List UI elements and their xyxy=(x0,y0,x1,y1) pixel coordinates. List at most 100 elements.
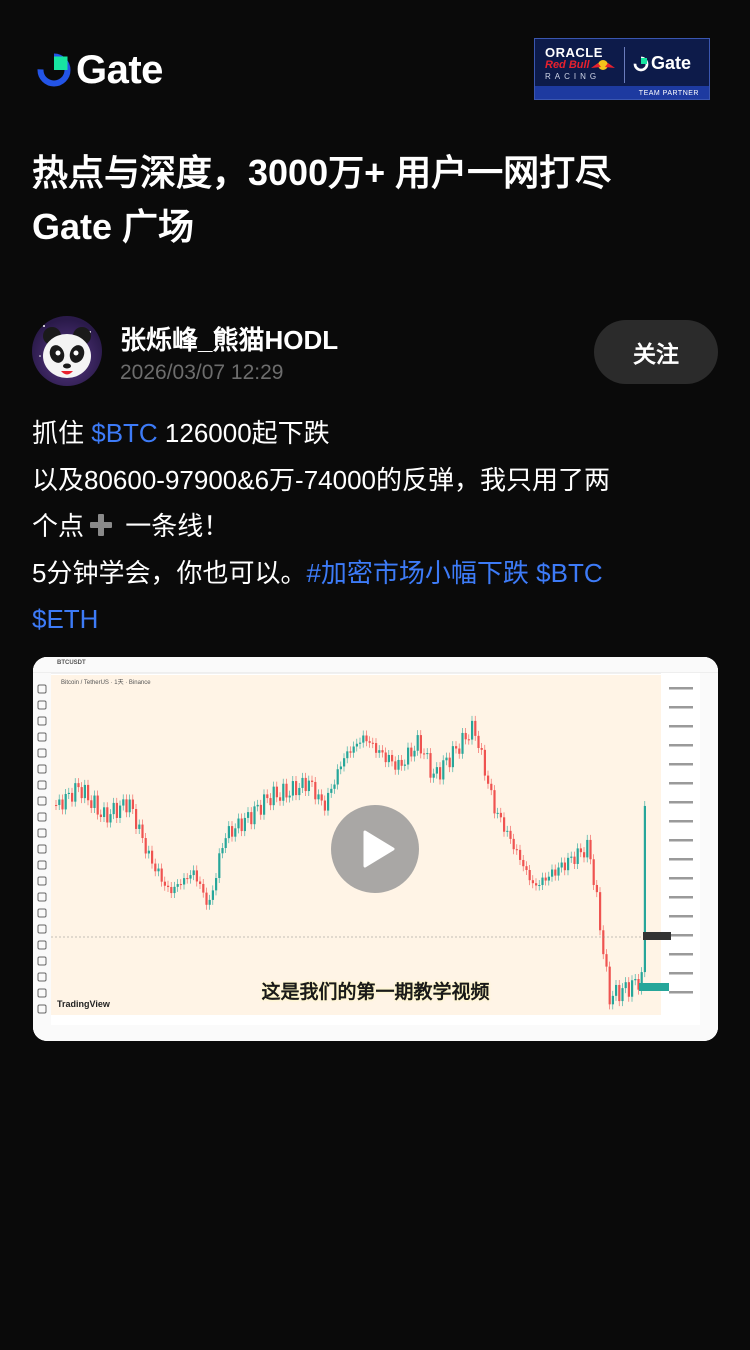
candle-body xyxy=(359,742,362,744)
candle-body xyxy=(599,892,602,931)
candle-body xyxy=(467,739,470,741)
candle-body xyxy=(509,830,512,839)
candle-body xyxy=(410,747,413,757)
candle-body xyxy=(477,735,480,749)
logo-text: Gate xyxy=(76,48,163,92)
candle-body xyxy=(461,732,464,754)
candle-body xyxy=(474,720,477,736)
play-icon xyxy=(363,830,395,868)
candle-body xyxy=(349,751,352,753)
candle-body xyxy=(413,750,416,757)
candle-body xyxy=(528,870,531,881)
header: Gate ORACLE Red Bull RACING Gate TEAM PA… xyxy=(0,0,750,130)
candle-body xyxy=(579,848,582,853)
candle-body xyxy=(122,799,125,806)
candle-body xyxy=(394,761,397,770)
candle-body xyxy=(375,743,378,753)
video-subtitle: 这是我们的第一期教学视频 xyxy=(261,982,490,1003)
candle-body xyxy=(573,856,576,864)
price-axis-tick xyxy=(669,915,693,918)
hashtag-link[interactable]: #加密市场小幅下跌 xyxy=(306,558,528,588)
candle-body xyxy=(151,850,154,864)
candle-body xyxy=(506,830,509,832)
candle-body xyxy=(71,792,74,802)
candle-body xyxy=(202,883,205,893)
candle-body xyxy=(554,869,557,876)
candle-body xyxy=(397,759,400,770)
candle-body xyxy=(471,720,474,740)
candle-body xyxy=(58,799,61,806)
candle-body xyxy=(295,781,298,796)
team-partner-badge: ORACLE Red Bull RACING Gate TEAM PARTNER xyxy=(534,38,710,100)
price-axis-tick xyxy=(669,953,693,956)
candle-body xyxy=(605,954,608,967)
candle-body xyxy=(160,868,163,882)
candle-body xyxy=(93,795,96,808)
candle-body xyxy=(99,814,102,818)
candle-body xyxy=(439,767,442,780)
post-text: 一条线！ xyxy=(118,511,230,541)
price-axis-tick xyxy=(669,763,693,766)
candle-body xyxy=(103,807,106,818)
candle-body xyxy=(87,784,90,801)
candle-body xyxy=(90,800,93,808)
post-timestamp: 2026/03/07 12:29 xyxy=(120,361,284,384)
candle-body xyxy=(391,754,394,762)
ticker-link-btc[interactable]: $BTC xyxy=(91,418,157,448)
candle-body xyxy=(173,886,176,894)
candle-body xyxy=(589,839,592,860)
candle-body xyxy=(381,750,384,753)
candle-body xyxy=(503,817,506,832)
candle-body xyxy=(365,735,368,742)
candle-body xyxy=(490,783,493,791)
candle-body xyxy=(458,748,461,754)
team-partner-text: TEAM PARTNER xyxy=(638,90,699,97)
video-player[interactable]: Bitcoin / TetherUS · 1天 · Binance BTCUSD… xyxy=(33,657,718,1041)
candle-body xyxy=(211,890,214,900)
candle-body xyxy=(205,892,208,905)
candle-body xyxy=(435,767,438,774)
candle-body xyxy=(80,787,83,799)
candle-body xyxy=(592,859,595,885)
ticker-link-btc-2[interactable]: $BTC xyxy=(529,558,602,588)
price-axis-tick xyxy=(669,687,693,690)
author-name[interactable]: 张烁峰_熊猫HODL xyxy=(120,320,338,357)
candle-body xyxy=(189,875,192,879)
candle-body xyxy=(298,787,301,796)
candle-body xyxy=(77,783,80,788)
follow-button[interactable]: 关注 xyxy=(594,320,718,384)
candle-body xyxy=(330,788,333,793)
candle-body xyxy=(317,794,320,800)
panda-avatar-icon xyxy=(39,325,91,378)
candle-body xyxy=(96,795,99,815)
candle-body xyxy=(423,753,426,755)
ticker-link-eth[interactable]: $ETH xyxy=(32,604,98,634)
heavy-plus-icon xyxy=(90,514,113,536)
gate-logo[interactable]: Gate xyxy=(36,50,163,90)
candle-body xyxy=(416,735,419,751)
candle-body xyxy=(154,863,157,872)
candle-body xyxy=(339,766,342,770)
page-headline: 热点与深度，3000万+ 用户一网打尽 Gate 广场 xyxy=(32,146,722,254)
candle-body xyxy=(263,794,266,815)
candle-body xyxy=(362,735,365,743)
candle-body xyxy=(74,783,77,802)
candle-body xyxy=(259,804,262,815)
candle-body xyxy=(400,759,403,766)
candle-body xyxy=(67,792,70,794)
candle-body xyxy=(384,752,387,763)
play-button[interactable] xyxy=(331,805,419,893)
candle-body xyxy=(167,885,170,888)
chart-title: Bitcoin / TetherUS · 1天 · Binance xyxy=(61,680,151,686)
candle-body xyxy=(128,799,131,813)
candle-body xyxy=(480,748,483,750)
avatar[interactable] xyxy=(32,316,102,386)
candle-body xyxy=(106,807,109,823)
candle-body xyxy=(403,764,406,766)
candle-body xyxy=(602,930,605,955)
candle-body xyxy=(368,741,371,743)
candle-body xyxy=(541,877,544,886)
post-line-5: $ETH xyxy=(32,596,722,643)
price-axis-tick xyxy=(669,744,693,747)
partner-divider xyxy=(624,47,625,83)
